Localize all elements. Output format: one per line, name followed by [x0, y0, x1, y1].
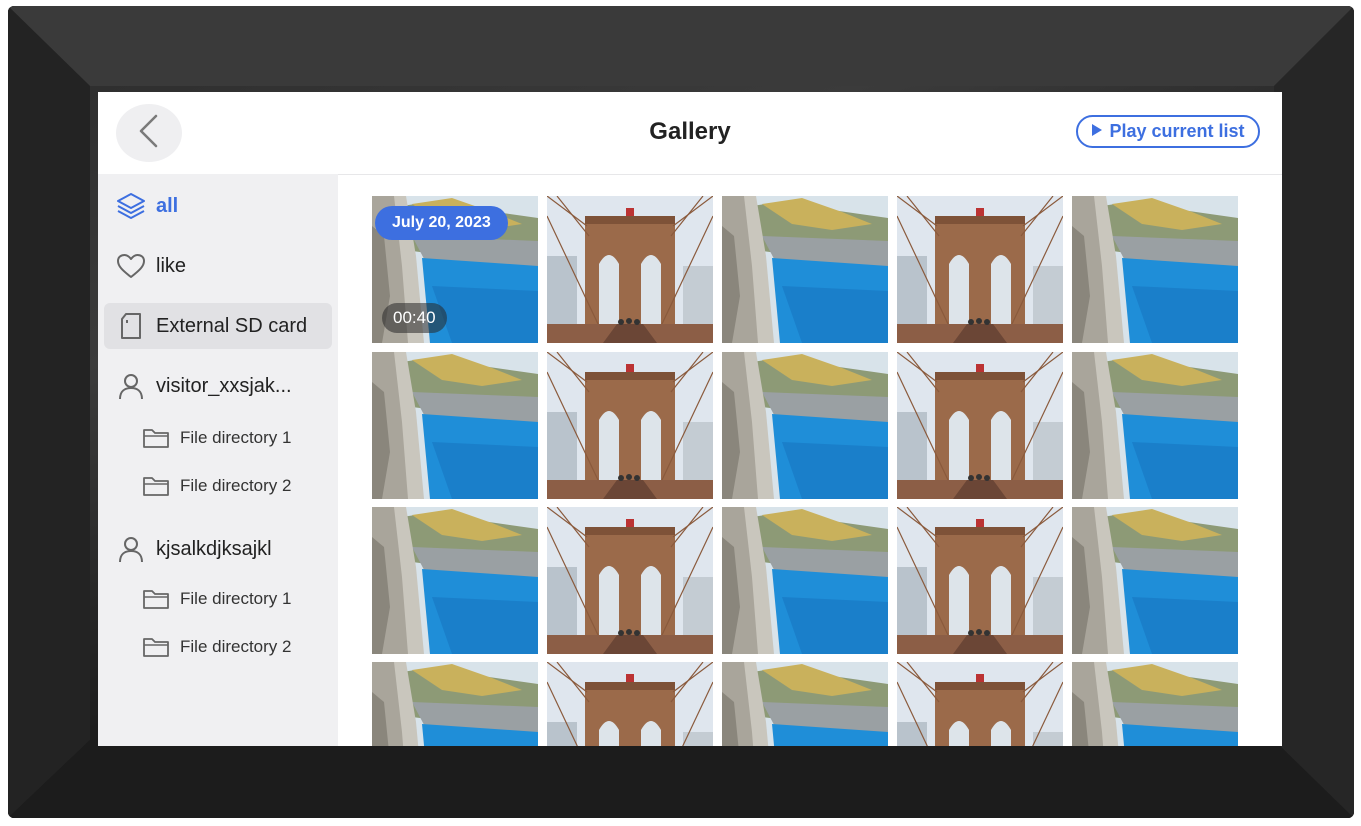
gallery-thumbnail[interactable] — [372, 352, 538, 499]
photo-grid: July 20, 2023 00:40 — [372, 196, 1252, 746]
folder-icon — [136, 588, 176, 610]
folder-icon — [136, 636, 176, 658]
gallery-thumbnail[interactable] — [1072, 196, 1238, 343]
gallery-thumbnail[interactable] — [1072, 352, 1238, 499]
gallery-thumbnail[interactable] — [722, 352, 888, 499]
gallery-thumbnail[interactable] — [897, 507, 1063, 654]
sidebar-item-external-sd-card[interactable]: External SD card — [104, 303, 332, 349]
sidebar-item-label: External SD card — [156, 314, 308, 337]
sidebar-item-like[interactable]: like — [104, 243, 332, 289]
gallery-thumbnail[interactable] — [1072, 507, 1238, 654]
user-icon — [106, 372, 156, 400]
date-badge: July 20, 2023 — [375, 206, 508, 240]
gallery-thumbnail[interactable] — [372, 507, 538, 654]
folder-icon — [136, 427, 176, 449]
video-duration-badge: 00:40 — [382, 303, 447, 333]
gallery-thumbnail[interactable] — [547, 196, 713, 343]
play-current-list-button[interactable]: Play current list — [1076, 115, 1260, 148]
subitem-label: File directory 2 — [180, 637, 292, 656]
gallery-thumbnail[interactable] — [372, 662, 538, 746]
sidebar: all like External SD card visitor_xxsjak… — [98, 174, 338, 746]
gallery-thumbnail[interactable] — [547, 352, 713, 499]
sidebar-subitem-file-directory[interactable]: File directory 1 — [136, 581, 332, 617]
subitem-label: File directory 1 — [180, 428, 292, 447]
sidebar-item-label: kjsalkdjksajkl — [156, 537, 272, 560]
sidebar-item-label: all — [156, 194, 179, 217]
header-bar: Gallery Play current list — [98, 92, 1282, 175]
gallery-thumbnail[interactable] — [1072, 662, 1238, 746]
gallery-thumbnail[interactable] — [722, 662, 888, 746]
gallery-thumbnail[interactable] — [897, 196, 1063, 343]
sidebar-item-label: like — [156, 254, 187, 277]
gallery-thumbnail[interactable] — [547, 662, 713, 746]
sidebar-subitem-file-directory[interactable]: File directory 1 — [136, 420, 332, 456]
sidebar-item-all[interactable]: all — [104, 183, 332, 229]
sd-card-icon — [106, 312, 156, 340]
heart-icon — [106, 253, 156, 279]
gallery-thumbnail[interactable] — [722, 507, 888, 654]
sidebar-subitem-file-directory[interactable]: File directory 2 — [136, 629, 332, 665]
folder-icon — [136, 475, 176, 497]
screen: Gallery Play current list all like Exter… — [98, 92, 1282, 746]
subitem-label: File directory 1 — [180, 589, 292, 608]
gallery-thumbnail[interactable] — [722, 196, 888, 343]
user-icon — [106, 535, 156, 563]
layers-icon — [106, 191, 156, 221]
sidebar-item-kjsalkdjksajkl[interactable]: kjsalkdjksajkl — [104, 526, 332, 572]
play-icon — [1091, 121, 1103, 142]
play-button-label: Play current list — [1109, 121, 1245, 141]
sidebar-item-visitor[interactable]: visitor_xxsjak... — [104, 363, 332, 409]
gallery-thumbnail[interactable] — [897, 352, 1063, 499]
gallery-thumbnail[interactable]: July 20, 2023 00:40 — [372, 196, 538, 343]
sidebar-item-label: visitor_xxsjak... — [156, 374, 292, 397]
gallery-thumbnail[interactable] — [547, 507, 713, 654]
gallery-thumbnail[interactable] — [897, 662, 1063, 746]
sidebar-subitem-file-directory[interactable]: File directory 2 — [136, 468, 332, 504]
frame-bezel: Gallery Play current list all like Exter… — [8, 6, 1354, 818]
subitem-label: File directory 2 — [180, 476, 292, 495]
